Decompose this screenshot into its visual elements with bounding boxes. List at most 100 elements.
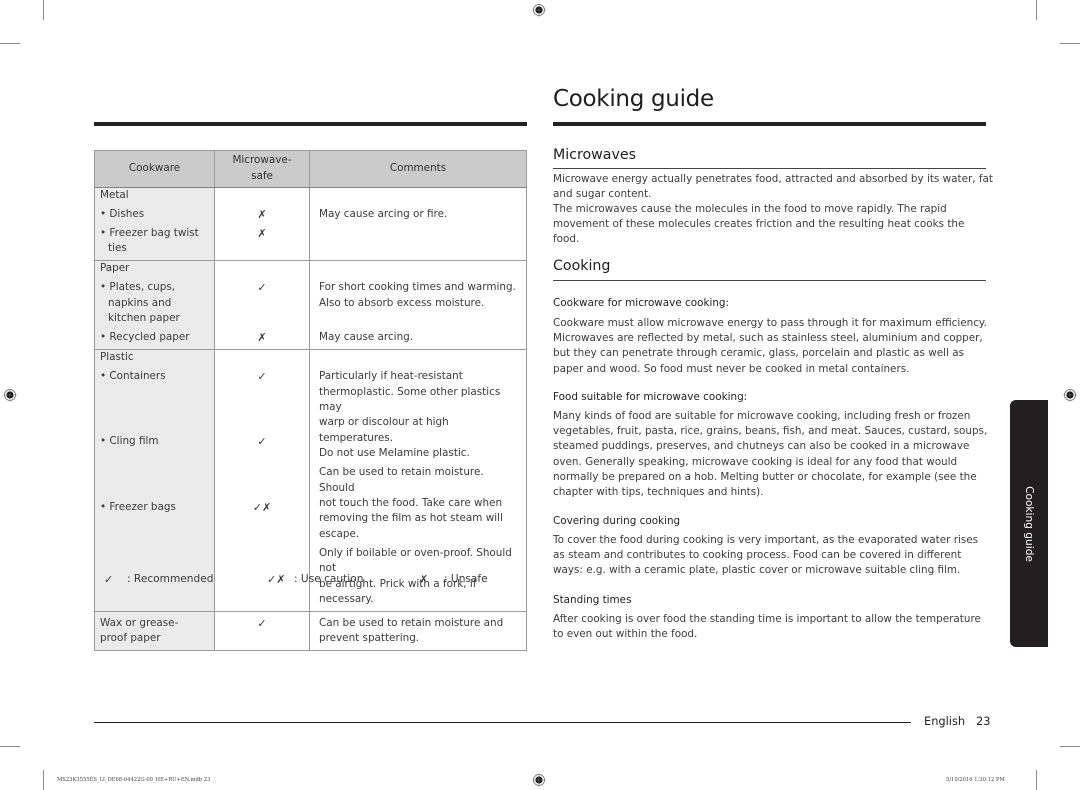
microwave-safe-symbol: ✓	[257, 435, 267, 449]
microwave-safe-symbol: ✓	[257, 616, 267, 630]
microwave-safe-symbol: ✓	[257, 370, 267, 384]
comment-text: Particularly if heat-resistant	[319, 370, 463, 383]
comment-text	[319, 226, 522, 241]
legend-label-recommended: : Recommended	[127, 573, 214, 585]
microwaves-paragraph-2: The microwaves cause the molecules in th…	[553, 203, 965, 246]
table-row: Wax or grease-proof paper ✓ Can be used to…	[94, 611, 527, 652]
crop-mark	[0, 746, 20, 747]
registration-mark-icon	[3, 388, 17, 402]
comment-text: thermoplastic. Some other plastics may	[319, 385, 501, 414]
crop-mark	[43, 770, 44, 790]
microwave-safe-symbol	[215, 311, 309, 326]
microwave-safe-symbol	[215, 631, 309, 646]
cookware-item-name: • Freezer bag twist	[100, 227, 199, 239]
cookware-item-name	[100, 481, 214, 496]
cookware-item-name: • Plates, cups,	[100, 281, 176, 294]
crop-mark	[43, 0, 44, 20]
cookware-item-name: • Containers	[100, 370, 166, 383]
crop-mark	[1036, 0, 1037, 20]
header-cookware: Cookware	[94, 150, 215, 188]
comment-text: warp or discolour at high temperatures.	[319, 416, 449, 444]
crop-mark	[1060, 43, 1080, 44]
cookware-item-name: kitchen paper	[108, 312, 180, 325]
cookware-item-name: • Freezer bags	[100, 500, 176, 513]
cookware-item-name: napkins and	[108, 296, 172, 309]
chapter-side-tab: Cooking guide	[1010, 400, 1048, 647]
comment-text: Also to absorb excess moisture.	[319, 296, 485, 309]
subheading-food: Food suitable for microwave cooking:	[553, 391, 748, 403]
cookware-item-name	[100, 450, 214, 465]
legend-symbol-recommended: ✓	[104, 573, 114, 586]
microwave-safe-symbol	[215, 241, 309, 256]
microwave-safe-symbol: ✗	[257, 207, 267, 221]
comments-cell: Can be used to retain moisture and preven…	[309, 611, 527, 652]
microwave-safe-symbol	[215, 296, 309, 311]
microwave-safe-symbol: ✓✗	[252, 500, 272, 514]
microwave-safe-cell: ✓ ✗	[214, 260, 310, 351]
header-comments: Comments	[309, 150, 527, 188]
registration-mark-icon	[532, 773, 546, 787]
comment-text: prevent spattering.	[319, 632, 420, 645]
cookware-item-name	[100, 415, 214, 430]
microwave-safe-symbol: ✗	[257, 331, 267, 345]
cookware-item-name: Wax or grease-	[100, 616, 179, 629]
microwave-safe-symbol	[215, 450, 309, 465]
subheading-cookware: Cookware for microwave cooking:	[553, 297, 730, 309]
cookware-paragraph: Cookware must allow microwave energy to …	[553, 317, 987, 375]
comment-text	[319, 311, 522, 326]
subheading-standing: Standing times	[553, 594, 632, 606]
footer-language: English	[924, 714, 966, 728]
food-paragraph: Many kinds of food are suitable for micr…	[553, 410, 988, 499]
crop-mark	[1036, 770, 1037, 790]
comments-cell: May cause arcing or fire.	[309, 187, 527, 262]
comment-text: Do not use Melamine plastic.	[319, 447, 470, 460]
legend-symbol-unsafe: ✗	[419, 573, 429, 586]
comments-cell: For short cooking times and warming. Also…	[309, 260, 527, 351]
table-row: Metal • Dishes • Freezer bag twist ties ✗ ✗ Ma…	[94, 187, 527, 262]
table-header-row: Cookware Microwave- safe Comments	[94, 150, 527, 188]
legend-symbol-caution: ✓✗	[267, 573, 286, 586]
cookware-cell: Wax or grease-proof paper	[94, 611, 215, 652]
cookware-category: Paper	[100, 262, 130, 275]
print-slug-timestamp: 5/10/2016 1:30:12 PM	[946, 777, 1005, 783]
legend-label-caution: : Use caution	[294, 573, 364, 585]
heading-rule	[553, 168, 986, 169]
microwave-safe-symbol: ✓	[257, 281, 267, 295]
footer-page-number: 23	[976, 714, 991, 728]
comment-text: For short cooking times and warming.	[319, 281, 516, 294]
comment-text: May cause arcing.	[319, 331, 414, 344]
heading-cooking: Cooking	[553, 258, 611, 274]
comment-text: Can be used to retain moisture and	[319, 616, 504, 629]
cookware-item-name: • Cling film	[100, 435, 159, 448]
microwave-safe-cell: ✗ ✗	[214, 187, 310, 262]
table-row: Paper • Plates, cups, napkins and kitchen p…	[94, 260, 527, 351]
subheading-covering: Covering during cooking	[553, 515, 681, 527]
registration-mark-icon	[1063, 388, 1077, 402]
cookware-item-name	[100, 515, 214, 530]
footer-rule	[94, 722, 911, 723]
registration-mark-icon	[532, 3, 546, 17]
microwave-safe-symbol	[215, 415, 309, 430]
cookware-item-name	[100, 385, 214, 400]
covering-paragraph: To cover the food during cooking is very…	[553, 534, 979, 577]
cookware-item-name: proof paper	[100, 632, 161, 645]
comment-text: Can be used to retain moisture. Should	[319, 466, 484, 494]
comment-text: escape.	[319, 527, 360, 540]
cookware-cell: Metal • Dishes • Freezer bag twist ties	[94, 187, 215, 262]
chapter-side-tab-label: Cooking guide	[1023, 485, 1035, 562]
